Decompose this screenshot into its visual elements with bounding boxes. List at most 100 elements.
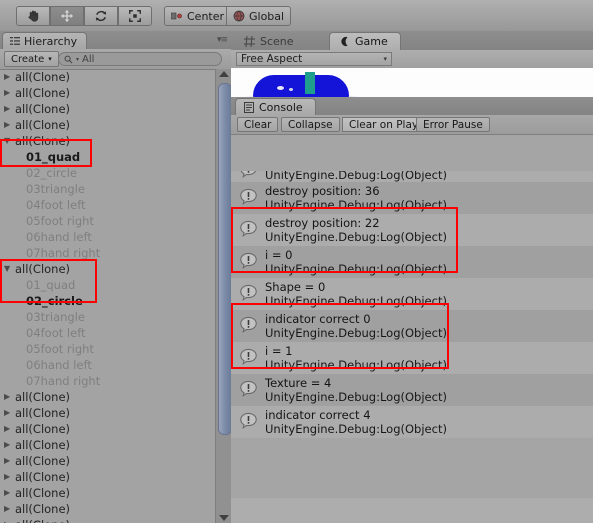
hierarchy-row[interactable]: ▶all(Clone): [0, 85, 215, 101]
console-log-entry[interactable]: i = 1 UnityEngine.Debug:Log(Object): [231, 342, 593, 374]
search-dropdown-icon[interactable]: ▾: [76, 56, 79, 63]
hierarchy-row[interactable]: 06hand left: [0, 357, 215, 373]
create-button[interactable]: Create ▾: [4, 51, 59, 67]
log-icon: [239, 284, 258, 303]
chevron-right-icon[interactable]: ▶: [4, 117, 15, 133]
search-input[interactable]: ▾ All: [58, 52, 222, 66]
chevron-right-icon[interactable]: ▶: [4, 85, 15, 101]
hierarchy-row-label: 06hand left: [26, 358, 92, 372]
scene-tab-label: Scene: [260, 34, 294, 48]
console-log-entry[interactable]: i = 0 UnityEngine.Debug:Log(Object): [231, 246, 593, 278]
move-tool-button[interactable]: [50, 6, 84, 26]
tab-game[interactable]: Game: [329, 32, 401, 50]
chevron-right-icon[interactable]: ▶: [4, 69, 15, 85]
hierarchy-row[interactable]: ▶all(Clone): [0, 517, 215, 523]
hierarchy-row[interactable]: 01_quad: [0, 277, 215, 293]
console-collapse-button[interactable]: Collapse: [281, 117, 340, 132]
hierarchy-row[interactable]: ▶all(Clone): [0, 405, 215, 421]
console-log-message: indicator correct 4: [265, 408, 371, 422]
aspect-ratio-dropdown[interactable]: Free Aspect ▾: [236, 52, 392, 66]
chevron-right-icon[interactable]: ▶: [4, 437, 15, 453]
hierarchy-row-label: 06hand left: [26, 230, 92, 244]
console-error-pause-button[interactable]: Error Pause: [416, 117, 490, 132]
pivot-mode-button[interactable]: Center: [164, 6, 232, 26]
chevron-right-icon[interactable]: ▶: [4, 469, 15, 485]
hierarchy-row-label: 01_quad: [26, 278, 76, 292]
log-icon: [239, 316, 258, 335]
hierarchy-row[interactable]: ▼ all(Clone): [0, 133, 215, 149]
console-log-entry[interactable]: destroy position: 22 UnityEngine.Debug:Lo…: [231, 214, 593, 246]
console-log-list[interactable]: UnityEngine.Debug:Log(Object) destroy po…: [231, 134, 593, 499]
console-log-entry[interactable]: indicator correct 0 UnityEngine.Debug:Log…: [231, 310, 593, 342]
chevron-right-icon[interactable]: ▶: [4, 485, 15, 501]
hierarchy-row[interactable]: ▼ all(Clone): [0, 261, 215, 277]
hierarchy-row[interactable]: ▶all(Clone): [0, 101, 215, 117]
console-log-entry[interactable]: Texture = 4 UnityEngine.Debug:Log(Object): [231, 374, 593, 406]
scroll-down-arrow-icon[interactable]: [219, 515, 229, 521]
hierarchy-row[interactable]: 06hand left: [0, 229, 215, 245]
hierarchy-scrollbar[interactable]: [215, 69, 232, 523]
hierarchy-row-label: all(Clone): [15, 262, 71, 276]
console-log-stack: UnityEngine.Debug:Log(Object): [265, 230, 447, 244]
hierarchy-row[interactable]: ▶all(Clone): [0, 469, 215, 485]
hierarchy-row[interactable]: 07hand right: [0, 373, 215, 389]
hierarchy-options-icon[interactable]: ▾≡: [211, 35, 228, 45]
rotate-tool-button[interactable]: [84, 6, 118, 26]
move-icon: [60, 9, 74, 23]
chevron-right-icon[interactable]: ▶: [4, 101, 15, 117]
tab-hierarchy[interactable]: Hierarchy: [2, 32, 88, 49]
hierarchy-row[interactable]: ▶all(Clone): [0, 437, 215, 453]
console-toolbar: Clear Collapse Clear on Play Error Pause: [231, 115, 593, 135]
chevron-down-icon[interactable]: ▼: [4, 133, 15, 149]
hierarchy-row[interactable]: ▶all(Clone): [0, 421, 215, 437]
chevron-right-icon[interactable]: ▶: [4, 453, 15, 469]
hierarchy-row[interactable]: 01_quad: [0, 149, 215, 165]
hierarchy-row[interactable]: 03triangle: [0, 181, 215, 197]
console-log-entry-partial[interactable]: UnityEngine.Debug:Log(Object): [231, 171, 593, 182]
hierarchy-row[interactable]: 05foot right: [0, 341, 215, 357]
console-log-entry[interactable]: destroy position: 36 UnityEngine.Debug:Lo…: [231, 182, 593, 214]
chevron-right-icon[interactable]: ▶: [4, 501, 15, 517]
log-icon: [239, 220, 258, 239]
console-log-entry[interactable]: Shape = 0 UnityEngine.Debug:Log(Object): [231, 278, 593, 310]
hierarchy-row[interactable]: 04foot left: [0, 197, 215, 213]
console-clear-on-play-button[interactable]: Clear on Play: [342, 117, 426, 132]
console-log-entry[interactable]: indicator correct 4 UnityEngine.Debug:Log…: [231, 406, 593, 438]
console-log-stack: UnityEngine.Debug:Log(Object): [265, 198, 447, 212]
hand-tool-button[interactable]: [16, 6, 50, 26]
game-object-teal-bar: [305, 72, 315, 94]
tab-scene[interactable]: Scene: [235, 32, 306, 50]
chevron-right-icon[interactable]: ▶: [4, 517, 15, 523]
hierarchy-row-label: all(Clone): [15, 502, 71, 516]
aspect-ratio-value: Free Aspect: [241, 53, 303, 65]
hierarchy-scrollbar-thumb[interactable]: [218, 83, 232, 435]
hierarchy-tree[interactable]: ▶ all(Clone) ▶ all(Clone) ▶ all(Clone) ▶ all(Cl…: [0, 69, 215, 523]
coordinate-space-button[interactable]: Global: [226, 6, 292, 26]
hierarchy-row[interactable]: ▶all(Clone): [0, 485, 215, 501]
chevron-right-icon[interactable]: ▶: [4, 421, 15, 437]
scroll-up-arrow-icon[interactable]: [219, 71, 229, 77]
chevron-right-icon[interactable]: ▶: [4, 405, 15, 421]
tab-console[interactable]: Console: [235, 98, 316, 115]
hierarchy-row[interactable]: 02_circle: [0, 165, 215, 181]
hierarchy-row[interactable]: ▶all(Clone): [0, 389, 215, 405]
hierarchy-row[interactable]: ▶all(Clone): [0, 69, 215, 85]
hierarchy-row[interactable]: 05foot right: [0, 213, 215, 229]
hierarchy-row[interactable]: 03triangle: [0, 309, 215, 325]
chevron-down-icon: ▾: [48, 55, 52, 63]
console-log-message: i = 0: [265, 248, 293, 262]
hierarchy-row[interactable]: 02_circle: [0, 293, 215, 309]
chevron-right-icon[interactable]: ▶: [4, 389, 15, 405]
hierarchy-row[interactable]: 07hand right: [0, 245, 215, 261]
console-button-label: Clear on Play: [349, 118, 419, 131]
hierarchy-row[interactable]: ▶all(Clone): [0, 501, 215, 517]
hierarchy-row[interactable]: ▶all(Clone): [0, 453, 215, 469]
console-clear-button[interactable]: Clear: [237, 117, 279, 132]
hierarchy-row[interactable]: ▶all(Clone): [0, 117, 215, 133]
game-view-toolbar: Free Aspect ▾: [231, 50, 593, 69]
hierarchy-tab-bar: Hierarchy ▾≡: [0, 31, 231, 49]
hierarchy-row-label: 05foot right: [26, 342, 94, 356]
hierarchy-row[interactable]: 04foot left: [0, 325, 215, 341]
scale-tool-button[interactable]: [118, 6, 152, 26]
chevron-down-icon[interactable]: ▼: [4, 261, 15, 277]
